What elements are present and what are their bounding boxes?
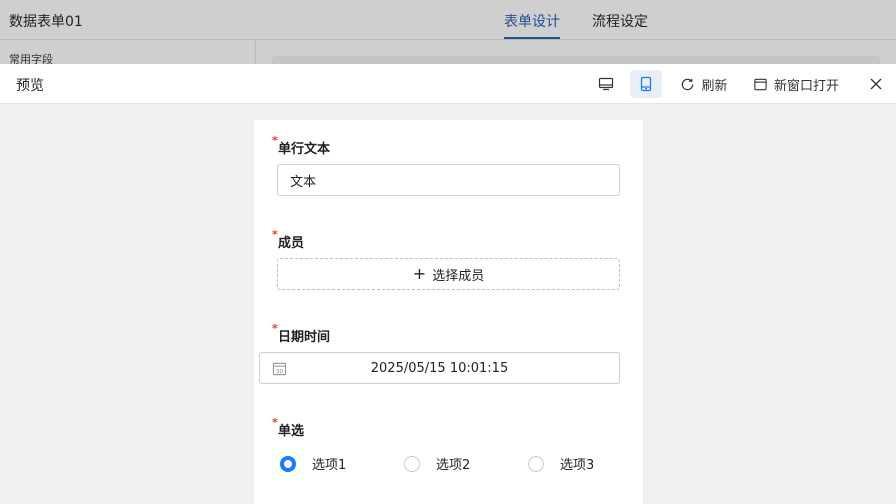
svg-text:30: 30 [276, 369, 284, 375]
form-title: 数据表单01 [9, 14, 83, 30]
tab-form-design[interactable]: 表单设计 [504, 11, 560, 31]
select-member-label: 选择成员 [432, 268, 485, 284]
desktop-view-button[interactable] [590, 70, 622, 98]
field-label-radio: * 单选 [272, 416, 305, 439]
calendar-icon: 30 [272, 362, 287, 375]
active-tab-indicator [504, 37, 560, 39]
required-mark: * [272, 322, 278, 335]
required-mark: * [272, 416, 278, 429]
close-button[interactable] [864, 70, 888, 98]
field-label-single-text: * 单行文本 [272, 134, 331, 157]
preview-header: 预览 刷新 新窗口打开 [0, 64, 896, 104]
mobile-view-button[interactable] [630, 70, 662, 98]
mobile-icon [640, 76, 652, 92]
field-sidebar: 常用字段 [0, 40, 256, 66]
radio-option-1[interactable]: 选项1 [280, 454, 346, 473]
window-icon [754, 78, 767, 90]
refresh-icon [682, 78, 694, 90]
plus-icon: + [412, 264, 427, 283]
radio-unchecked-icon [528, 455, 544, 472]
single-text-value: 文本 [290, 174, 317, 190]
radio-unchecked-icon [404, 455, 420, 472]
refresh-button[interactable]: 刷新 [676, 70, 732, 98]
open-new-window-button[interactable]: 新窗口打开 [748, 70, 844, 98]
radio-option-3[interactable]: 选项3 [528, 454, 594, 473]
refresh-label: 刷新 [701, 78, 728, 94]
close-icon [870, 78, 882, 90]
monitor-icon [598, 77, 614, 91]
single-text-input[interactable]: 文本 [277, 164, 620, 196]
preview-title: 预览 [16, 78, 44, 94]
preview-modal: 预览 刷新 新窗口打开 * 单行文本 文本 * 成员 + 选择成员 * 日期时间… [0, 64, 896, 504]
required-mark: * [272, 134, 278, 147]
app-header: 数据表单01 表单设计 流程设定 [0, 0, 896, 40]
datetime-value: 2025/05/15 10:01:15 [370, 360, 509, 376]
field-label-datetime: * 日期时间 [272, 322, 331, 345]
tab-process-settings[interactable]: 流程设定 [592, 11, 648, 31]
field-label-member: * 成员 [272, 228, 305, 251]
radio-checked-icon [280, 455, 296, 472]
mobile-form-preview: * 单行文本 文本 * 成员 + 选择成员 * 日期时间 30 2025/05/… [254, 120, 643, 504]
radio-option-2[interactable]: 选项2 [404, 454, 470, 473]
open-new-window-label: 新窗口打开 [773, 78, 839, 94]
select-member-button[interactable]: + 选择成员 [277, 258, 620, 290]
datetime-input[interactable]: 30 2025/05/15 10:01:15 [259, 352, 620, 384]
required-mark: * [272, 228, 278, 241]
